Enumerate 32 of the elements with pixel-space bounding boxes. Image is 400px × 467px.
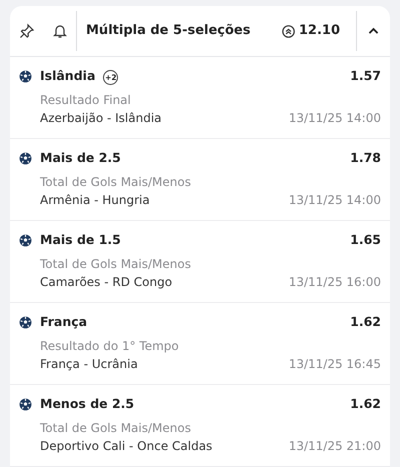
match-name: França - Ucrânia (40, 356, 138, 373)
match-time: 13/11/25 21:00 (288, 438, 381, 455)
soccer-ball-icon (19, 70, 32, 83)
selection-name: Menos de 2.5 (40, 395, 134, 413)
soccer-ball-icon (19, 316, 32, 329)
soccer-ball-icon (19, 234, 32, 247)
match-time: 13/11/25 14:00 (288, 192, 381, 209)
market-name: Resultado Final (40, 92, 132, 109)
match-name: Camarões - RD Congo (40, 274, 172, 291)
market-name: Resultado do 1° Tempo (40, 338, 180, 355)
match-time: 13/11/25 16:00 (288, 274, 381, 291)
selection-odds: 1.65 (350, 231, 381, 249)
slip-title: Múltipla de 5-seleções (85, 22, 252, 40)
soccer-ball-icon (19, 398, 32, 411)
match-name: Azerbaijão - Islândia (40, 110, 162, 127)
match-time: 13/11/25 14:00 (288, 110, 381, 127)
selection-odds: 1.62 (350, 395, 381, 413)
selection-name: França (40, 313, 88, 331)
match-time: 13/11/25 16:45 (288, 356, 381, 373)
selection-name: Mais de 1.5 (40, 231, 121, 249)
selection-odds: 1.62 (350, 313, 381, 331)
soccer-ball-icon (19, 152, 32, 165)
match-name: Deportivo Cali - Once Caldas (40, 438, 212, 455)
market-name: Total de Gols Mais/Menos (40, 420, 192, 437)
market-name: Total de Gols Mais/Menos (40, 256, 192, 273)
total-odds: 12.10 (298, 22, 340, 40)
match-name: Armênia - Hungria (40, 192, 150, 209)
selection-odds: 1.78 (350, 149, 381, 167)
market-name: Total de Gols Mais/Menos (40, 174, 192, 191)
selection-name: Mais de 2.5 (40, 149, 121, 167)
selection-odds: 1.57 (350, 67, 381, 85)
selection-name: Islândia (40, 67, 96, 85)
